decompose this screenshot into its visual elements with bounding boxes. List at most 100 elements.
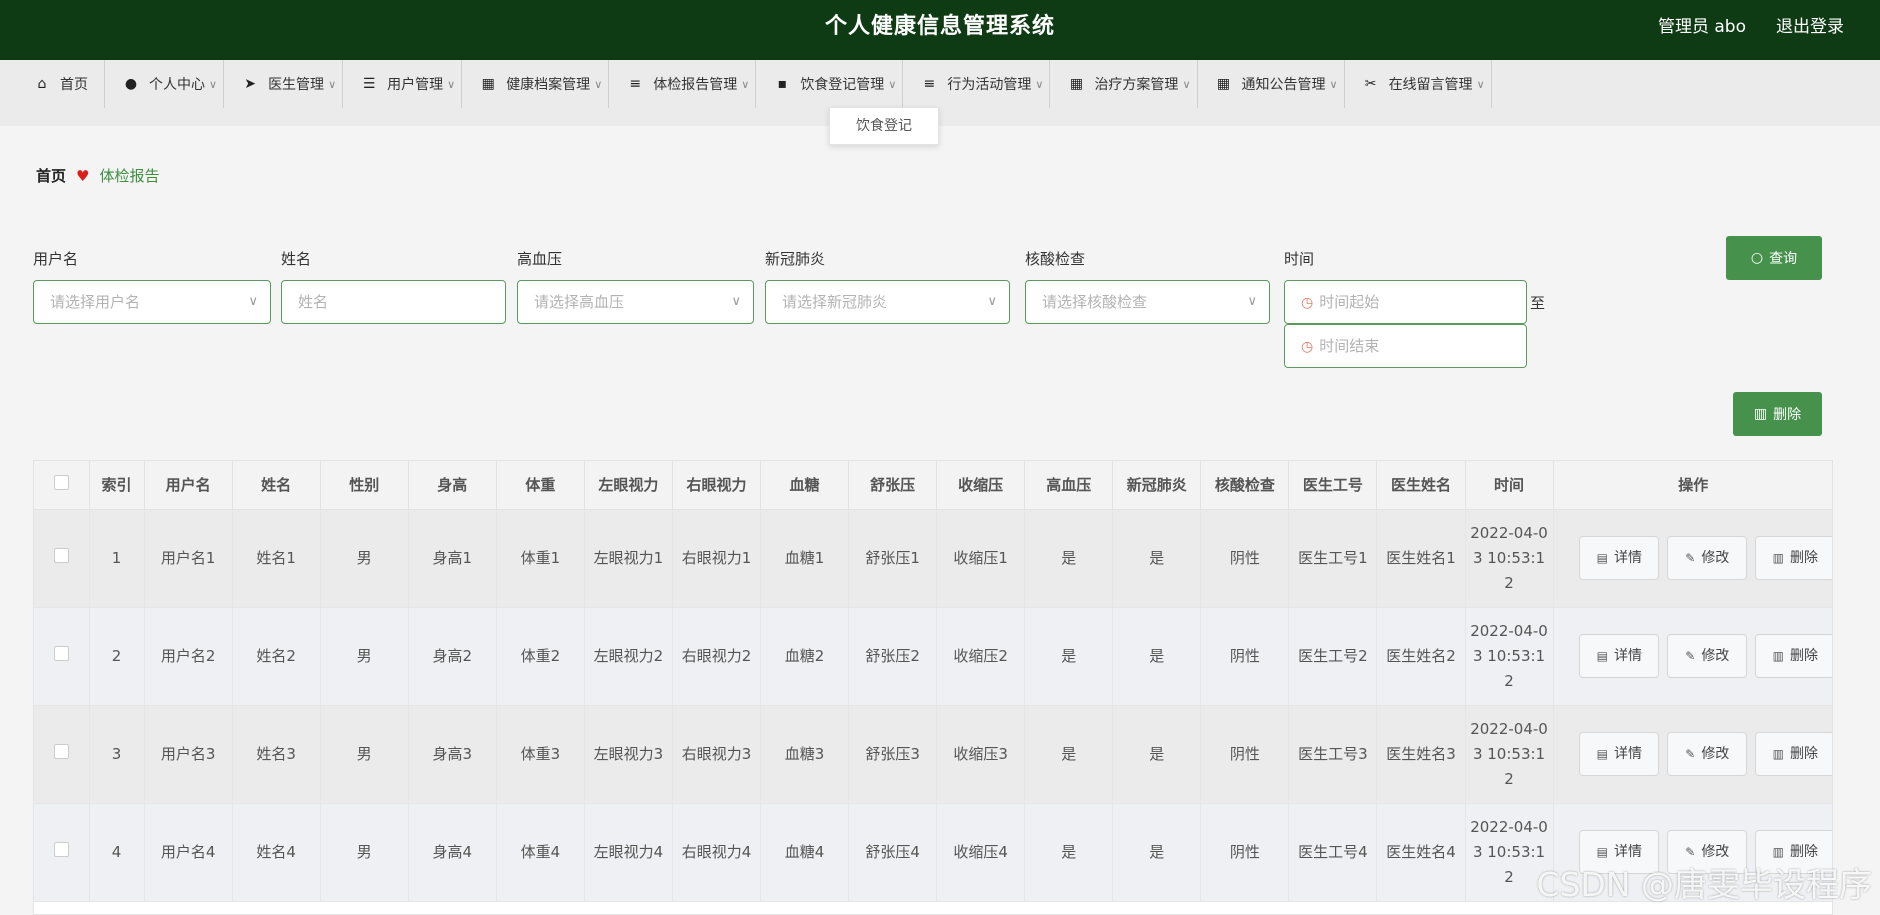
table-cell: 收缩压2 [936,607,1026,706]
clock-icon: ◷ [1301,295,1314,311]
table-cell: 收缩压1 [936,509,1026,608]
username-label: 用户名 [33,250,79,268]
chevron-down-icon: ∨ [741,77,750,91]
row-checkbox[interactable] [53,841,69,857]
trash-icon: ▥ [1772,746,1784,761]
username-select[interactable]: 请选择用户名 ∨ [33,280,271,324]
hypertension-select[interactable]: 请选择高血压 ∨ [517,280,754,324]
nav-item-1[interactable]: ● 个人中心 ∨ [105,60,225,108]
column-header: 性别 [320,461,409,510]
table-cell: 医生姓名1 [1376,509,1466,608]
table-cell: 身高1 [408,509,497,608]
column-header: 左眼视力 [584,461,673,510]
file-icon: ▤ [1596,746,1608,761]
table-row: 3 用户名3 姓名3 男身高3 体重3 左眼视力3 右眼视力3 血糖3 舒张压3 收缩压3 是是阴性… [34,705,1832,804]
nav-item-9[interactable]: ▦ 通知公告管理 ∨ [1198,60,1345,108]
trash-icon: ▥ [1753,406,1768,422]
nav-item-label: 用户管理 [387,77,444,93]
table-cell: 男 [320,705,409,804]
nav-item-4[interactable]: ▦ 健康档案管理 ∨ [462,60,610,108]
pencil-icon: ✎ [1685,746,1696,761]
column-header: 姓名 [232,461,321,510]
edit-button[interactable]: ✎ 修改 [1667,634,1748,678]
list-icon: ≡ [923,76,936,92]
table-cell: 2022-04-03 10:53:12 [1465,705,1554,804]
edit-button[interactable]: ✎ 修改 [1667,732,1748,776]
row-checkbox[interactable] [53,743,69,759]
table-cell: 血糖4 [760,803,850,902]
column-header: 高血压 [1024,461,1114,510]
breadcrumb-home[interactable]: 首页 [36,165,66,186]
column-header: 收缩压 [936,461,1026,510]
row-checkbox[interactable] [53,547,69,563]
admin-user-label[interactable]: 管理员 abo [1658,0,1746,54]
hypertension-label: 高血压 [517,250,563,268]
detail-button[interactable]: ▤ 详情 [1579,536,1660,580]
main-nav: ⌂ 首页 ● 个人中心 ∨ ➤ 医生管理 ∨ ☰ 用户管理 ∨ ▦ 健康档案管理 ∨ ≡ 体检报告管理 ∨ ▪ 饮食… [0,60,1880,126]
nav-item-label: 医生管理 [268,77,325,93]
pencil-icon: ✎ [1685,648,1696,663]
column-header: 用户名 [144,461,233,510]
column-header: 新冠肺炎 [1112,461,1202,510]
nav-item-8[interactable]: ▦ 治疗方案管理 ∨ [1050,60,1198,108]
row-checkbox[interactable] [53,645,69,661]
table-header-row: 索引 用户名 姓名 性别 身高 体重 左眼视力 右眼视力 血糖 舒张压 收缩压 高血压 新冠肺炎 核酸检查… [34,461,1832,510]
nav-item-10[interactable]: ✂ 在线留言管理 ∨ [1345,60,1492,108]
file-icon: ▤ [1596,550,1608,565]
table-cell: 舒张压1 [848,509,938,608]
nav-item-label: 个人中心 [149,77,205,93]
table-cell: 体重3 [496,705,585,804]
nucleic-select[interactable]: 请选择核酸检查 ∨ [1025,280,1270,324]
table-cell: 医生姓名4 [1376,803,1466,902]
table-cell: 用户名3 [144,705,233,804]
nav-item-0[interactable]: ⌂ 首页 [16,60,105,108]
table-cell: 是 [1024,509,1114,608]
delete-button[interactable]: ▥ 删除 [1755,634,1832,678]
logout-link[interactable]: 退出登录 [1776,0,1844,54]
top-header: 个人健康信息管理系统 管理员 abo 退出登录 [0,0,1880,60]
actions-cell: ▤ 详情 ✎ 修改 ▥ 删除 [1553,705,1832,804]
detail-button[interactable]: ▤ 详情 [1579,732,1660,776]
nucleic-label: 核酸检查 [1025,250,1086,268]
heart-icon: ♥ [76,166,90,185]
delete-batch-button[interactable]: ▥ 删除 [1733,392,1822,436]
actions-cell: ▤ 详情 ✎ 修改 ▥ 删除 [1553,509,1832,608]
sliders-icon: ☰ [362,76,376,92]
report-table: 索引 用户名 姓名 性别 身高 体重 左眼视力 右眼视力 血糖 舒张压 收缩压 高血压 新冠肺炎 核酸检查… [34,461,1832,902]
delete-button[interactable]: ▥ 删除 [1755,732,1832,776]
name-input[interactable]: 姓名 [281,280,506,324]
dropdown-item-diet-register[interactable]: 饮食登记 [829,107,939,145]
delete-button[interactable]: ▥ 删除 [1755,536,1832,580]
nav-item-5[interactable]: ≡ 体检报告管理 ∨ [609,60,757,108]
table-cell: 姓名4 [232,803,321,902]
chevron-down-icon: ∨ [1476,77,1485,91]
nav-item-7[interactable]: ≡ 行为活动管理 ∨ [903,60,1051,108]
detail-button-label: 详情 [1613,549,1642,566]
nav-item-6[interactable]: ▪ 饮食登记管理 ∨ [756,60,904,108]
nav-item-2[interactable]: ➤ 医生管理 ∨ [224,60,344,108]
covid-select[interactable]: 请选择新冠肺炎 ∨ [765,280,1010,324]
time-label: 时间 [1284,250,1315,268]
nav-item-label: 行为活动管理 [947,77,1032,93]
chevron-down-icon: ∨ [328,77,337,91]
table-cell: 收缩压3 [936,705,1026,804]
table-cell: 身高4 [408,803,497,902]
time-end-input[interactable]: ◷ 时间结束 [1284,324,1527,368]
query-button[interactable]: ○ 查询 [1726,236,1822,280]
nav-item-3[interactable]: ☰ 用户管理 ∨ [343,60,463,108]
table-cell: 左眼视力3 [584,705,673,804]
select-all-checkbox[interactable] [53,475,69,491]
table-cell: 左眼视力2 [584,607,673,706]
nav-row: ⌂ 首页 ● 个人中心 ∨ ➤ 医生管理 ∨ ☰ 用户管理 ∨ ▦ 健康档案管理 ∨ ≡ 体检报告管理 ∨ ▪ 饮食… [16,60,1880,108]
grid-icon: ▦ [481,76,495,92]
column-header: 医生工号 [1288,461,1378,510]
detail-button[interactable]: ▤ 详情 [1579,634,1660,678]
time-start-input[interactable]: ◷ 时间起始 [1284,280,1527,324]
edit-button[interactable]: ✎ 修改 [1667,536,1748,580]
row-select-cell [34,509,90,608]
table-cell: 阴性 [1200,803,1290,902]
nav-item-label: 通知公告管理 [1241,77,1326,93]
breadcrumb-current: 体检报告 [99,167,160,185]
covid-label: 新冠肺炎 [765,250,826,268]
detail-button-label: 详情 [1613,647,1642,664]
